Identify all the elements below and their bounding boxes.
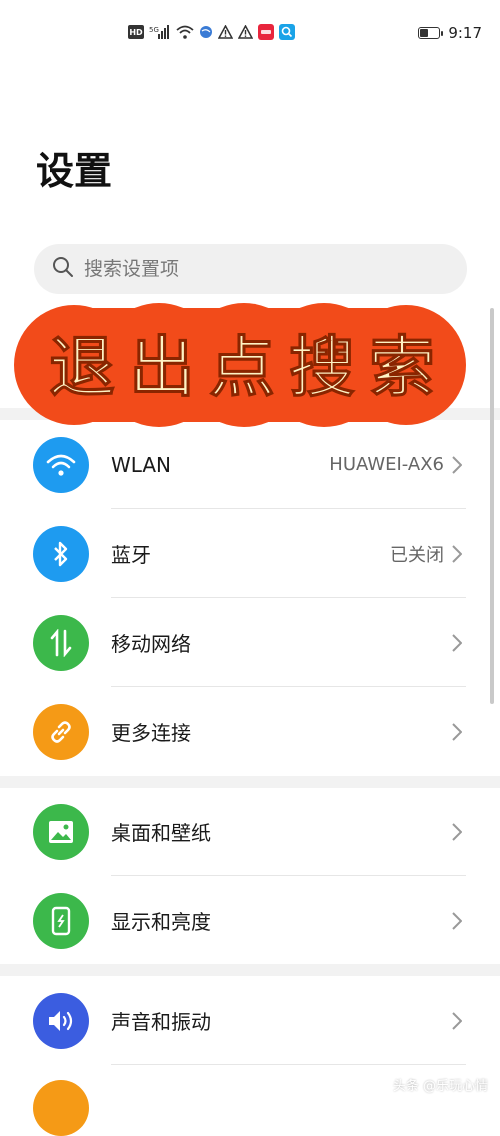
- list-item-display-brightness[interactable]: 显示和亮度: [0, 876, 500, 965]
- search-app-icon: [279, 24, 295, 40]
- app-icon: [258, 24, 274, 40]
- page-title: 设置: [36, 149, 113, 193]
- list-item-mobile-network[interactable]: 移动网络: [0, 598, 500, 687]
- list-item-label: 移动网络: [111, 632, 191, 656]
- list-item-label: 桌面和壁纸: [111, 821, 211, 845]
- chevron-right-icon: [452, 911, 466, 931]
- list-item-label: WLAN: [111, 452, 172, 477]
- search-bar[interactable]: [34, 244, 467, 294]
- link-icon: [33, 703, 89, 760]
- bluetooth-icon: [33, 525, 89, 582]
- mobile-data-icon: [33, 614, 89, 671]
- chevron-right-icon: [452, 455, 466, 475]
- notification-icon: [33, 1080, 89, 1136]
- chevron-right-icon: [452, 822, 466, 842]
- list-item-sound-vibration[interactable]: 声音和振动: [0, 976, 500, 1065]
- battery-icon: [418, 27, 444, 39]
- display-icon: [33, 892, 89, 949]
- status-icons-left: HD 5G: [128, 24, 295, 40]
- globe-icon: [199, 25, 213, 39]
- search-icon: [52, 256, 74, 282]
- overlay-banner: 退 出 点 搜 索: [14, 303, 466, 427]
- hd-icon: HD: [128, 25, 144, 39]
- section-divider: [0, 964, 500, 976]
- list-item-more-connections[interactable]: 更多连接: [0, 687, 500, 776]
- list-item-value: HUAWEI-AX6: [329, 454, 444, 475]
- banner-char: 搜: [289, 329, 355, 406]
- chevron-right-icon: [452, 544, 466, 564]
- signal-icon: 5G: [149, 25, 171, 39]
- wifi-icon: [33, 436, 89, 493]
- wallpaper-icon: [33, 803, 89, 860]
- list-item-label: 蓝牙: [111, 543, 151, 567]
- warning-icon-2: [238, 25, 253, 39]
- chevron-right-icon: [452, 722, 466, 742]
- list-item-label: 显示和亮度: [111, 910, 211, 934]
- banner-char: 退: [49, 329, 115, 406]
- chevron-right-icon: [452, 633, 466, 653]
- watermark: 头条 @乐玩心情: [392, 1079, 488, 1094]
- chevron-right-icon: [452, 1011, 466, 1031]
- clock: 9:17: [448, 24, 482, 42]
- list-item-value: 已关闭: [390, 544, 444, 566]
- list-item-wallpaper[interactable]: 桌面和壁纸: [0, 787, 500, 876]
- list-item-wlan[interactable]: WLAN HUAWEI-AX6: [0, 420, 500, 509]
- list-item-label: 更多连接: [111, 721, 191, 745]
- banner-char: 索: [369, 329, 435, 406]
- scrollbar[interactable]: [490, 308, 494, 704]
- warning-icon: [218, 25, 233, 39]
- network-type-label: 5G: [149, 26, 159, 34]
- status-bar: HD 5G 9:17: [0, 0, 500, 68]
- sound-icon: [33, 992, 89, 1049]
- wifi-status-icon: [176, 25, 194, 39]
- search-input[interactable]: [84, 258, 424, 280]
- status-icons-right: 9:17: [418, 24, 482, 42]
- banner-char: 点: [209, 329, 275, 406]
- list-item-label: 声音和振动: [111, 1010, 211, 1034]
- list-item-bluetooth[interactable]: 蓝牙 已关闭: [0, 509, 500, 598]
- banner-char: 出: [129, 329, 195, 406]
